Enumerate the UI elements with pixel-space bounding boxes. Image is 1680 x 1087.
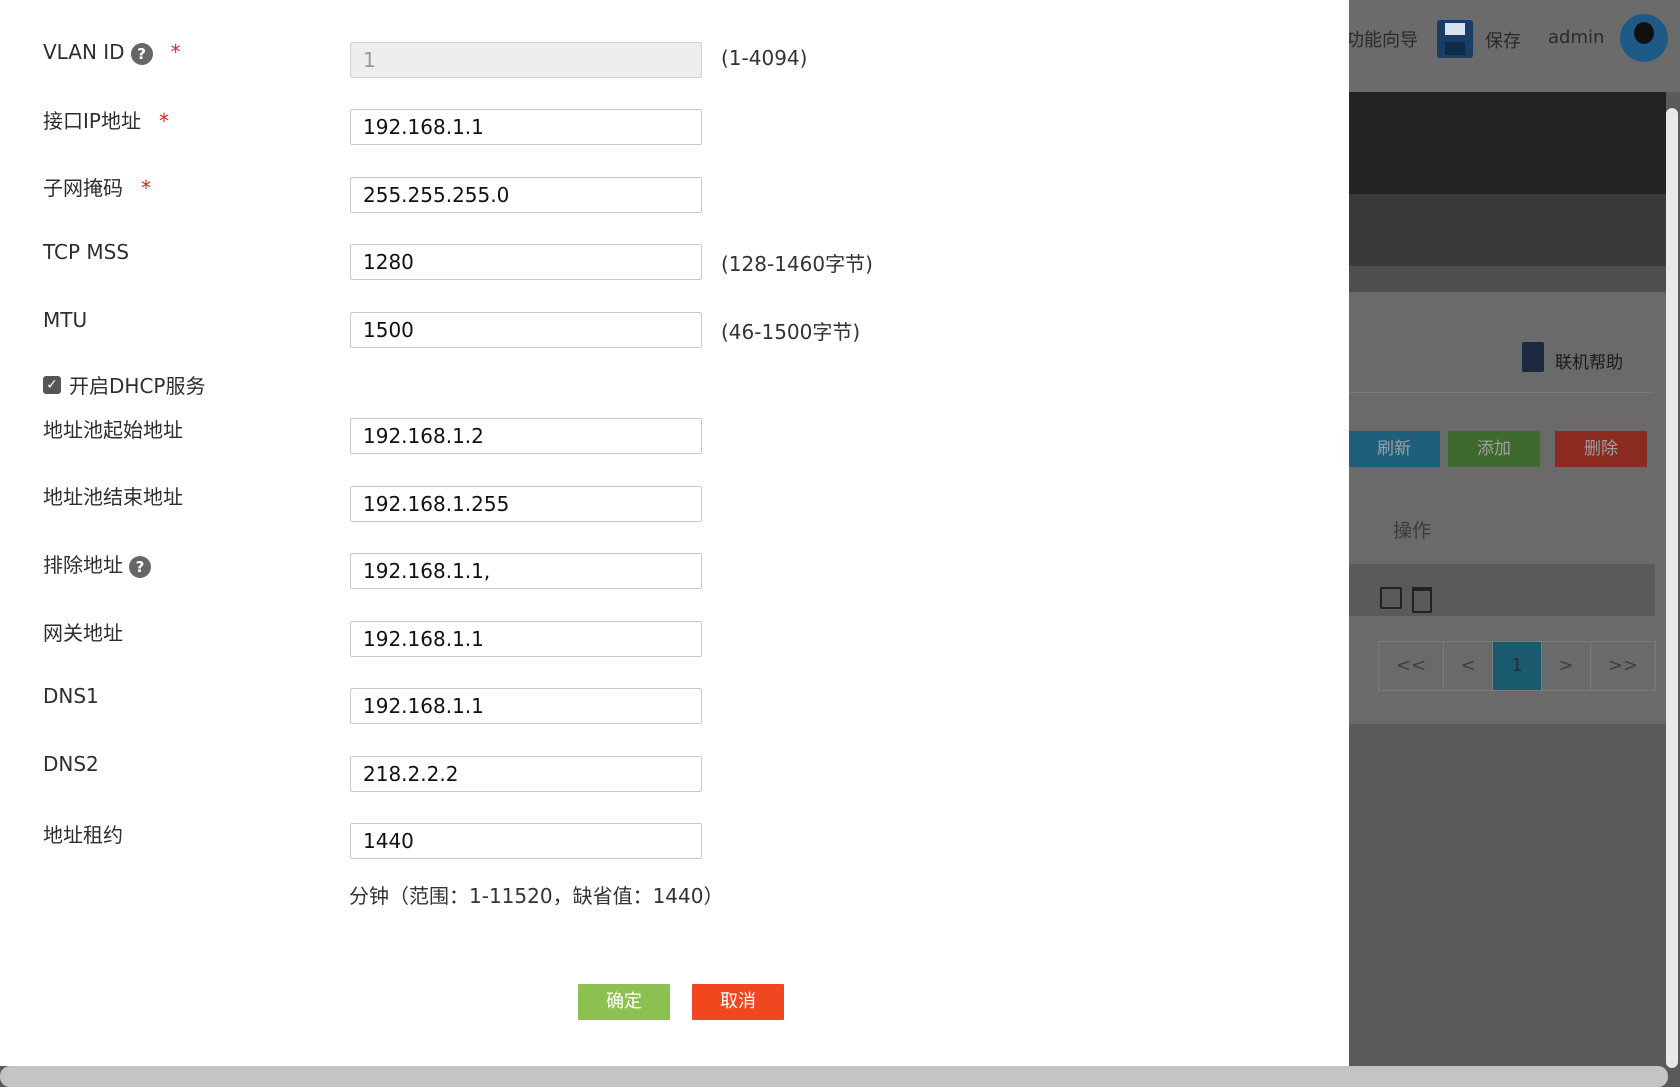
- pager-prev[interactable]: <: [1444, 642, 1493, 690]
- help-book-icon[interactable]: [1522, 342, 1544, 372]
- vlan-id-field: [350, 42, 702, 78]
- save-link[interactable]: 保存: [1485, 27, 1521, 53]
- gateway-label: 网关地址: [43, 621, 123, 645]
- dns1-field[interactable]: [350, 688, 702, 724]
- help-icon[interactable]: ?: [129, 555, 151, 578]
- online-help-link[interactable]: 联机帮助: [1555, 348, 1623, 373]
- save-icon[interactable]: [1437, 20, 1473, 58]
- confirm-button[interactable]: 确定: [578, 984, 670, 1020]
- lease-hint: 分钟（范围：1-11520，缺省值：1440）: [349, 884, 724, 908]
- dhcp-toggle[interactable]: ✓ 开启DHCP服务: [43, 370, 205, 399]
- tcp-mss-field[interactable]: [350, 244, 702, 280]
- pager-current[interactable]: 1: [1493, 642, 1542, 690]
- pagination: << < 1 > >>: [1378, 641, 1656, 691]
- edit-icon[interactable]: [1380, 587, 1402, 609]
- divider: [1349, 392, 1654, 393]
- checkbox-checked-icon[interactable]: ✓: [43, 375, 61, 394]
- gateway-field[interactable]: [350, 621, 702, 657]
- mtu-label: MTU: [43, 308, 88, 332]
- pool-start-field[interactable]: [350, 418, 702, 454]
- required-icon: *: [170, 40, 181, 64]
- vlan-interface-dialog: VLAN ID?* (1-4094) 接口IP地址* 子网掩码* TCP MSS…: [0, 0, 1349, 1066]
- dhcp-label: 开启DHCP服务: [69, 374, 206, 398]
- trash-icon[interactable]: [1412, 587, 1432, 613]
- user-name[interactable]: admin: [1548, 27, 1604, 48]
- vertical-scrollbar[interactable]: [1666, 108, 1678, 1068]
- exclude-label: 排除地址?: [43, 549, 151, 578]
- add-button[interactable]: 添加: [1448, 431, 1540, 467]
- pool-end-field[interactable]: [350, 486, 702, 522]
- column-header-operation: 操作: [1393, 520, 1432, 542]
- refresh-button[interactable]: 刷新: [1348, 431, 1440, 467]
- subnet-mask-field[interactable]: [350, 177, 702, 213]
- mtu-hint: (46-1500字节): [721, 320, 861, 344]
- dns2-label: DNS2: [43, 752, 99, 776]
- avatar[interactable]: [1620, 14, 1668, 62]
- interface-ip-label: 接口IP地址 *: [43, 109, 169, 133]
- delete-button[interactable]: 删除: [1555, 431, 1647, 467]
- dns2-field[interactable]: [350, 756, 702, 792]
- horizontal-scrollbar[interactable]: [0, 1066, 1668, 1087]
- wizard-link[interactable]: 功能向导: [1346, 26, 1418, 52]
- pool-end-label: 地址池结束地址: [43, 485, 183, 509]
- lease-label: 地址租约: [43, 823, 123, 847]
- subnet-mask-label: 子网掩码 *: [43, 176, 151, 200]
- dns1-label: DNS1: [43, 684, 99, 708]
- interface-ip-field[interactable]: [350, 109, 702, 145]
- required-icon: *: [141, 176, 151, 200]
- mtu-field[interactable]: [350, 312, 702, 348]
- pager-next[interactable]: >: [1542, 642, 1591, 690]
- cancel-button[interactable]: 取消: [692, 984, 784, 1020]
- required-icon: *: [158, 109, 169, 133]
- lease-field[interactable]: [350, 823, 702, 859]
- exclude-field[interactable]: [350, 553, 702, 589]
- pager-last[interactable]: >>: [1591, 642, 1655, 690]
- pager-first[interactable]: <<: [1379, 642, 1444, 690]
- tcp-mss-hint: (128-1460字节): [721, 252, 873, 276]
- vlan-id-label: VLAN ID? *: [43, 40, 181, 65]
- vlan-id-hint: (1-4094): [721, 46, 808, 70]
- pool-start-label: 地址池起始地址: [43, 418, 183, 442]
- help-icon[interactable]: ?: [130, 42, 153, 65]
- tcp-mss-label: TCP MSS: [43, 240, 130, 264]
